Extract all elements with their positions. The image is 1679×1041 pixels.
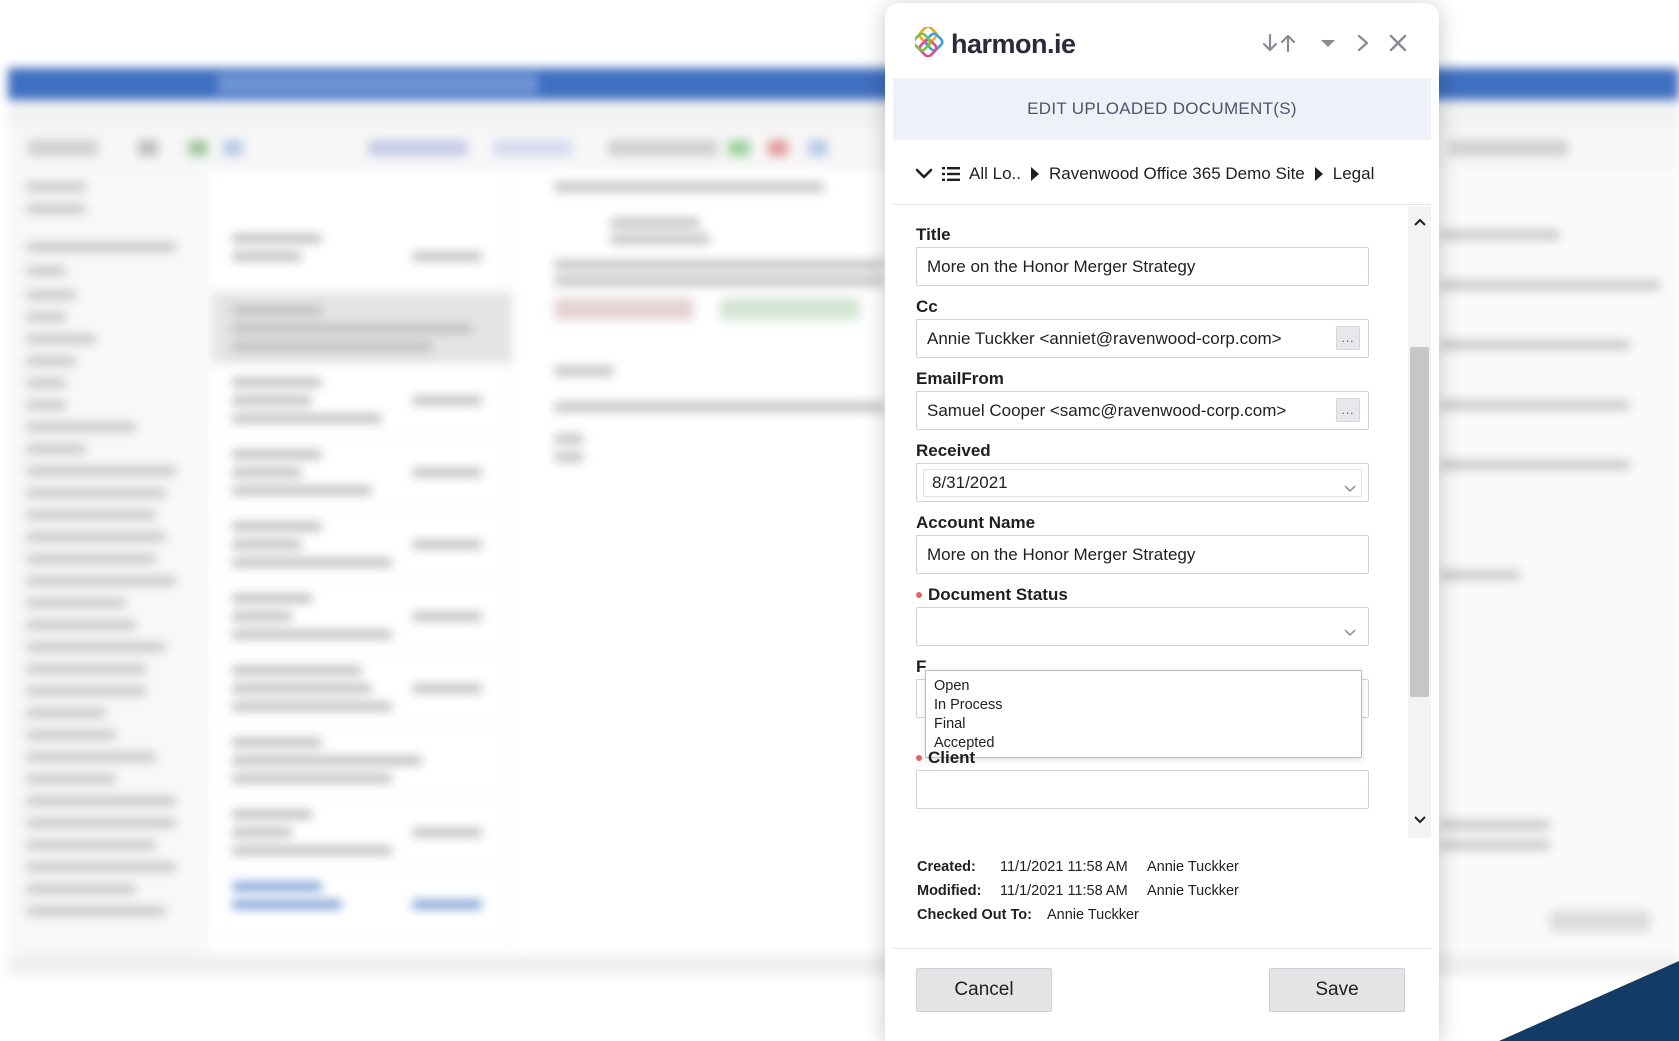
checked-out-label: Checked Out To: [917, 907, 1032, 923]
scroll-down-button[interactable] [1408, 808, 1431, 832]
cc-label-text: Cc [916, 297, 938, 316]
background-side-pane [1420, 170, 1679, 960]
modified-value: 11/1/2021 11:58 AM [1000, 883, 1128, 899]
harmonie-panel: harmon.ie EDIT UPLOADED DOCUMENT(S) All … [885, 3, 1439, 1041]
chevron-right-icon [1357, 34, 1369, 57]
chevron-down-icon [1344, 478, 1356, 498]
option-accepted[interactable]: Accepted [926, 734, 1361, 753]
panel-header: harmon.ie [885, 3, 1439, 81]
document-status-options: Open In Process Final Accepted [925, 670, 1362, 758]
emailfrom-picker-button[interactable]: ... [1336, 398, 1360, 422]
modified-label: Modified: [917, 883, 982, 899]
title-label-text: Title [916, 225, 951, 244]
harmonie-logo: harmon.ie [912, 24, 1076, 62]
properties-form: Title Cc ... EmailFrom ... Received 8/31… [893, 206, 1431, 838]
client-label-text: Client [928, 748, 976, 767]
breadcrumb-item-legal[interactable]: Legal [1333, 164, 1375, 184]
breadcrumb-item-site[interactable]: Ravenwood Office 365 Demo Site [1049, 164, 1305, 184]
forward-button[interactable] [1351, 31, 1375, 59]
document-status-select[interactable] [916, 607, 1369, 646]
footer-divider [893, 948, 1431, 949]
modified-row: Modified: 11/1/2021 11:58 AM Annie Tuckk… [917, 879, 1239, 903]
background-message-list [212, 170, 512, 960]
modified-by: Annie Tuckker [1147, 883, 1239, 899]
move-down-up-button[interactable] [1257, 31, 1301, 59]
client-input[interactable] [916, 770, 1369, 809]
list-icon[interactable] [941, 166, 961, 182]
received-date-value: 8/31/2021 [932, 473, 1008, 492]
background-folder-pane [8, 170, 208, 960]
emailfrom-label-text: EmailFrom [916, 369, 1004, 388]
created-row: Created: 11/1/2021 11:58 AM Annie Tuckke… [917, 855, 1239, 879]
account-name-input[interactable] [916, 535, 1369, 574]
created-label: Created: [917, 859, 976, 875]
checked-out-value: Annie Tuckker [1047, 907, 1139, 923]
cc-label: Cc [916, 297, 938, 317]
option-final[interactable]: Final [926, 715, 1361, 734]
caret-right-icon [1314, 166, 1323, 181]
emailfrom-input[interactable] [916, 391, 1369, 430]
arrow-up-icon [1279, 33, 1297, 58]
created-by: Annie Tuckker [1147, 859, 1239, 875]
chevron-down-icon [1344, 622, 1356, 642]
scroll-up-button[interactable] [1408, 210, 1431, 234]
harmonie-logo-icon [912, 24, 945, 62]
brand-name: harmon.ie [951, 28, 1076, 59]
title-input[interactable] [916, 247, 1369, 286]
cancel-button[interactable]: Cancel [916, 968, 1052, 1012]
emailfrom-label: EmailFrom [916, 369, 1004, 389]
received-date-select[interactable]: 8/31/2021 [916, 463, 1369, 502]
required-indicator [916, 592, 922, 598]
cc-picker-button[interactable]: ... [1336, 326, 1360, 350]
close-button[interactable] [1385, 31, 1411, 59]
title-label: Title [916, 225, 951, 245]
account-name-label-text: Account Name [916, 513, 1036, 532]
created-value: 11/1/2021 11:58 AM [1000, 859, 1128, 875]
breadcrumb: All Lo.. Ravenwood Office 365 Demo Site … [893, 143, 1431, 205]
document-status-label: Document Status [916, 585, 1068, 605]
required-indicator [916, 755, 922, 761]
caret-down-icon [1320, 36, 1336, 54]
received-label-text: Received [916, 441, 991, 460]
background-reading-pane [540, 170, 900, 960]
account-name-label: Account Name [916, 513, 1035, 533]
chevron-up-icon [1413, 213, 1426, 231]
option-open[interactable]: Open [926, 677, 1361, 696]
chevron-down-icon [1413, 811, 1426, 829]
cc-input[interactable] [916, 319, 1369, 358]
menu-dropdown-button[interactable] [1315, 31, 1341, 59]
breadcrumb-item-all-locations[interactable]: All Lo.. [969, 164, 1021, 184]
arrow-down-icon [1261, 33, 1279, 58]
document-status-label-text: Document Status [928, 585, 1068, 604]
received-label: Received [916, 441, 991, 461]
save-button[interactable]: Save [1269, 968, 1405, 1012]
client-label: Client [916, 748, 975, 768]
caret-right-icon [1030, 166, 1039, 181]
checked-out-row: Checked Out To: Annie Tuckker [917, 903, 1239, 927]
option-in-process[interactable]: In Process [926, 696, 1361, 715]
form-scrollbar[interactable] [1408, 206, 1431, 838]
scrollbar-thumb[interactable] [1410, 347, 1429, 697]
close-icon [1389, 34, 1407, 57]
document-metadata: Created: 11/1/2021 11:58 AM Annie Tuckke… [917, 855, 1239, 927]
chevron-down-icon[interactable] [915, 167, 933, 181]
section-title: EDIT UPLOADED DOCUMENT(S) [893, 78, 1431, 140]
